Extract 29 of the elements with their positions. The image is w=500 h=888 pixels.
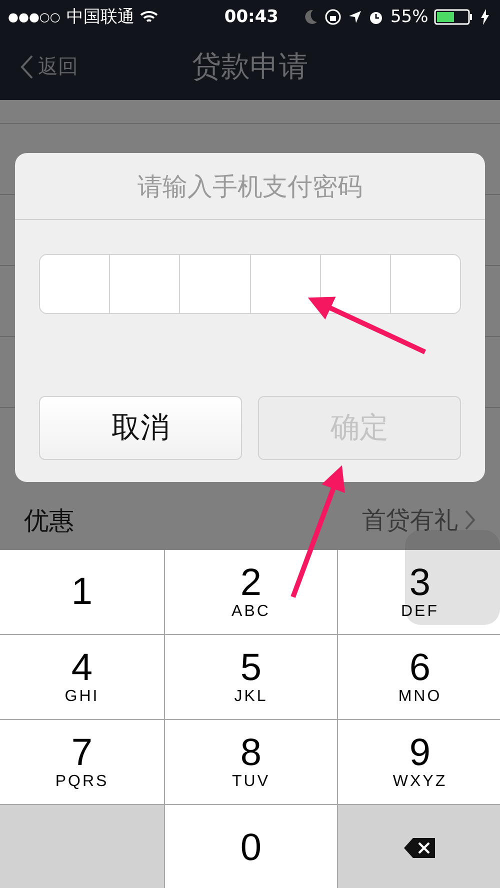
- row-label: 优惠: [24, 504, 74, 536]
- clock: 00:43: [224, 6, 278, 26]
- moon-icon: [304, 8, 318, 24]
- rotation-lock-icon: [324, 8, 342, 26]
- keypad-key[interactable]: 2 ABC: [165, 550, 337, 634]
- keypad-key[interactable]: 5 JKL: [165, 635, 337, 719]
- dialog-button[interactable]: 取消: [39, 396, 242, 460]
- charging-icon: [480, 8, 490, 24]
- keypad-key[interactable]: 8 TUV: [165, 720, 337, 804]
- signal-dots: ●●●○○: [8, 10, 60, 24]
- keypad-key[interactable]: 0: [165, 805, 337, 888]
- keypad-key[interactable]: 1: [0, 550, 164, 634]
- wifi-icon: [140, 10, 158, 24]
- keypad-key[interactable]: 4 GHI: [0, 635, 164, 719]
- keypad-key[interactable]: 6 MNO: [338, 635, 500, 719]
- chevron-left-icon: [20, 54, 34, 80]
- password-field[interactable]: [39, 254, 461, 314]
- delete-key[interactable]: [338, 805, 500, 888]
- keypad-key[interactable]: 7 PQRS: [0, 720, 164, 804]
- page-title: 贷款申请: [192, 48, 308, 82]
- location-icon: [348, 10, 362, 24]
- keypad-key[interactable]: 3 DEF: [338, 550, 500, 634]
- keypad-key[interactable]: 9 WXYZ: [338, 720, 500, 804]
- battery-percent: 55%: [390, 6, 428, 26]
- carrier: 中国联通: [66, 6, 134, 28]
- chevron-right-icon: [464, 509, 476, 531]
- backspace-icon: [403, 836, 437, 860]
- dialog-title: 请输入手机支付密码: [138, 170, 362, 202]
- battery-icon: [434, 8, 474, 26]
